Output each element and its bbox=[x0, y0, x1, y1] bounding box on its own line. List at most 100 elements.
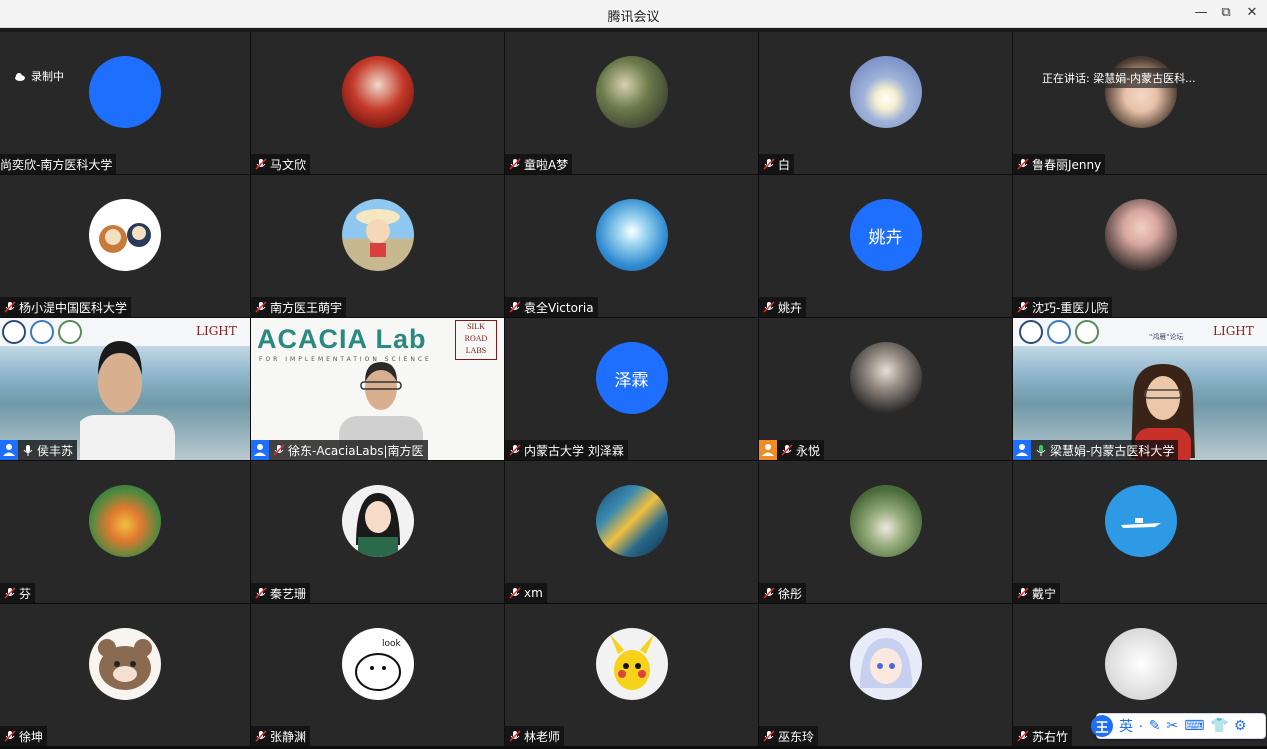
nameplate: 林老师 bbox=[505, 726, 565, 746]
participant-name: xm bbox=[524, 586, 543, 600]
video-feed: "鸿雁"论坛 LIGHT bbox=[1013, 318, 1267, 460]
nameplate: 沈巧-重医儿院 bbox=[1013, 297, 1113, 317]
minimize-button[interactable]: — bbox=[1190, 4, 1212, 22]
light-logo: LIGHT bbox=[1213, 324, 1254, 338]
participant-tile[interactable]: 沈巧-重医儿院 bbox=[1013, 175, 1267, 317]
participant-tile[interactable]: 泽霖 内蒙古大学 刘泽霖 bbox=[505, 318, 758, 460]
avatar bbox=[89, 485, 161, 557]
participant-name: 童啦A梦 bbox=[524, 157, 569, 172]
muted-mic-icon bbox=[780, 443, 794, 457]
participant-grid: 录制中 尚奕欣-南方医科大学 马文欣 童啦A梦 白 鲁春丽Jenny 杨小湜中国… bbox=[0, 32, 1267, 749]
nameplate: 马文欣 bbox=[251, 154, 311, 174]
banner: "鸿雁"论坛 LIGHT bbox=[1013, 318, 1267, 346]
nameplate: 白 bbox=[759, 154, 795, 174]
recording-indicator: 录制中 bbox=[14, 68, 64, 84]
muted-mic-icon bbox=[762, 300, 776, 314]
scissors-icon[interactable]: ✂ bbox=[1167, 718, 1179, 734]
participant-tile[interactable]: "鸿雁"论坛 LIGHT 梁慧娟-内蒙古医科大学 bbox=[1013, 318, 1267, 460]
keyboard-icon[interactable]: ⌨ bbox=[1184, 718, 1204, 734]
ime-language-toggle[interactable]: 英 bbox=[1119, 716, 1133, 736]
participant-name: 徐坤 bbox=[19, 729, 44, 744]
participant-name: 南方医王萌宇 bbox=[270, 300, 343, 315]
video-feed: ACACIA Lab FOR IMPLEMENTATION SCIENCE SI… bbox=[251, 318, 504, 460]
participant-tile[interactable]: 童啦A梦 bbox=[505, 32, 758, 174]
participant-tile[interactable]: 徐坤 bbox=[0, 604, 250, 746]
speaking-mic-icon bbox=[1034, 443, 1048, 457]
nameplate: 芬 bbox=[0, 583, 36, 603]
participant-tile[interactable]: 白 bbox=[759, 32, 1012, 174]
title-bar: 腾讯会议 — ⧉ ✕ bbox=[0, 0, 1267, 28]
participant-tile[interactable]: 芬 bbox=[0, 461, 250, 603]
avatar bbox=[341, 485, 414, 557]
participant-name: 徐东-AcaciaLabs|南方医 bbox=[288, 443, 424, 458]
participant-tile[interactable]: 姚卉 姚卉 bbox=[759, 175, 1012, 317]
nameplate: 梁慧娟-内蒙古医科大学 bbox=[1013, 440, 1179, 460]
participant-name: 杨小湜中国医科大学 bbox=[19, 300, 128, 315]
nameplate: 秦艺珊 bbox=[251, 583, 311, 603]
banner-caption: "鸿雁"论坛 bbox=[1149, 333, 1184, 341]
avatar bbox=[341, 199, 414, 271]
muted-mic-icon bbox=[508, 157, 522, 171]
avatar bbox=[341, 56, 414, 128]
participant-name: 姚卉 bbox=[778, 300, 803, 315]
participant-name: 鲁春丽Jenny bbox=[1032, 157, 1102, 172]
participant-tile[interactable]: 袁全Victoria bbox=[505, 175, 758, 317]
nameplate: 姚卉 bbox=[759, 297, 807, 317]
nameplate: 侯丰苏 bbox=[0, 440, 78, 460]
participant-tile[interactable]: 戴宁 bbox=[1013, 461, 1267, 603]
participant-name: 尚奕欣-南方医科大学 bbox=[0, 157, 113, 172]
participant-tile[interactable]: 永悦 bbox=[759, 318, 1012, 460]
avatar bbox=[89, 628, 161, 700]
participant-tile[interactable]: 秦艺珊 bbox=[251, 461, 504, 603]
participant-name: 张静渊 bbox=[270, 729, 307, 744]
ime-toolbar[interactable]: 王 英 ⸱ ✎ ✂ ⌨ 👕 ⚙ bbox=[1091, 713, 1266, 739]
restore-button[interactable]: ⧉ bbox=[1215, 4, 1237, 22]
participant-name: 侯丰苏 bbox=[37, 443, 74, 458]
avatar bbox=[849, 485, 922, 557]
shirt-icon[interactable]: 👕 bbox=[1210, 718, 1227, 734]
silk-road-logo: SILK ROAD LABS bbox=[455, 320, 497, 360]
muted-mic-icon bbox=[254, 586, 268, 600]
muted-mic-icon bbox=[508, 586, 522, 600]
acacia-logo: ACACIA Lab bbox=[257, 324, 427, 354]
participant-tile[interactable]: LIGHT 侯丰苏 bbox=[0, 318, 250, 460]
participant-tile[interactable]: look 张静渊 bbox=[251, 604, 504, 746]
muted-mic-icon bbox=[3, 586, 17, 600]
avatar bbox=[1105, 628, 1177, 700]
participant-tile[interactable]: 杨小湜中国医科大学 bbox=[0, 175, 250, 317]
ime-logo[interactable]: 王 bbox=[1091, 715, 1113, 737]
pen-icon[interactable]: ✎ bbox=[1149, 718, 1161, 734]
participant-tile[interactable]: 巫东玲 bbox=[759, 604, 1012, 746]
muted-mic-icon bbox=[3, 300, 17, 314]
muted-mic-icon bbox=[254, 729, 268, 743]
muted-mic-icon bbox=[762, 729, 776, 743]
nameplate: 徐彤 bbox=[759, 583, 807, 603]
participant-tile[interactable]: 林老师 bbox=[505, 604, 758, 746]
participant-tile[interactable]: 马文欣 bbox=[251, 32, 504, 174]
gear-icon[interactable]: ⚙ bbox=[1234, 718, 1247, 734]
avatar: 泽霖 bbox=[595, 342, 668, 414]
participant-tile[interactable]: 鲁春丽Jenny bbox=[1013, 32, 1267, 174]
nameplate: xm bbox=[505, 583, 547, 603]
avatar bbox=[595, 56, 668, 128]
host-badge-icon bbox=[0, 440, 18, 460]
muted-mic-icon bbox=[508, 729, 522, 743]
close-button[interactable]: ✕ bbox=[1241, 4, 1263, 22]
participant-tile[interactable]: 录制中 尚奕欣-南方医科大学 bbox=[0, 32, 250, 174]
participant-tile[interactable]: 徐彤 bbox=[759, 461, 1012, 603]
muted-mic-icon bbox=[1016, 157, 1030, 171]
participant-tile[interactable]: 南方医王萌宇 bbox=[251, 175, 504, 317]
participant-name: 戴宁 bbox=[1032, 586, 1057, 601]
participant-name: 苏右竹 bbox=[1032, 729, 1069, 744]
participant-tile[interactable]: ACACIA Lab FOR IMPLEMENTATION SCIENCE SI… bbox=[251, 318, 504, 460]
cloud-icon bbox=[15, 72, 25, 81]
recording-label: 录制中 bbox=[31, 70, 64, 83]
participant-tile[interactable]: xm bbox=[505, 461, 758, 603]
avatar bbox=[849, 56, 922, 128]
svg-text:look: look bbox=[382, 639, 402, 649]
nameplate: 尚奕欣-南方医科大学 bbox=[0, 154, 117, 174]
punctuation-icon[interactable]: ⸱ bbox=[1139, 717, 1143, 736]
avatar bbox=[1105, 199, 1177, 271]
muted-mic-icon bbox=[3, 729, 17, 743]
nameplate: 鲁春丽Jenny bbox=[1013, 154, 1106, 174]
